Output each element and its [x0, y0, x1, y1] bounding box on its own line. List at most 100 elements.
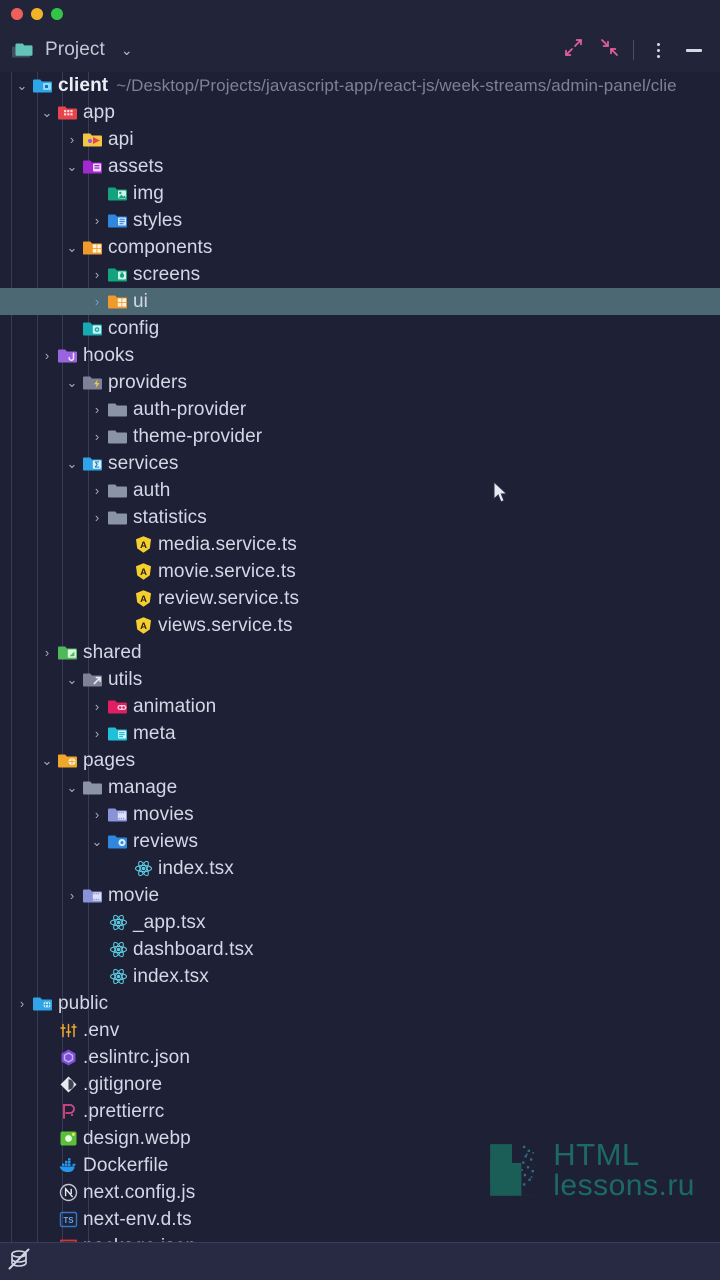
tree-row-label: img	[133, 182, 164, 204]
tree-row-label: components	[108, 236, 213, 258]
tree-row-label: media.service.ts	[158, 533, 297, 555]
svg-text:A: A	[140, 621, 147, 632]
chevron-right-icon[interactable]: ›	[87, 720, 107, 747]
tree-row[interactable]: › animation	[0, 693, 720, 720]
minimize-window-button[interactable]	[31, 8, 43, 20]
chevron-down-icon[interactable]: ⌄	[62, 369, 82, 396]
tree-row[interactable]: › styles	[0, 207, 720, 234]
chevron-down-icon[interactable]: ⌄	[62, 450, 82, 477]
hide-panel-button[interactable]	[676, 33, 712, 67]
tree-row[interactable]: ›.prettierrc	[0, 1098, 720, 1125]
tree-row[interactable]: ⌄ components	[0, 234, 720, 261]
tree-row[interactable]: › auth-provider	[0, 396, 720, 423]
chevron-right-icon[interactable]: ›	[87, 693, 107, 720]
project-toolbar: Project ⌄	[0, 28, 720, 72]
chevron-right-icon[interactable]: ›	[87, 504, 107, 531]
tree-row[interactable]: › public	[0, 990, 720, 1017]
image-file-icon	[57, 1125, 79, 1152]
tree-row[interactable]: ›Dockerfile	[0, 1152, 720, 1179]
tree-row[interactable]: ⌄ Σservices	[0, 450, 720, 477]
tree-row[interactable]: › shared	[0, 639, 720, 666]
tree-row[interactable]: › hooks	[0, 342, 720, 369]
tree-row[interactable]: ›Amedia.service.ts	[0, 531, 720, 558]
tree-row[interactable]: ›TSnext-env.d.ts	[0, 1206, 720, 1233]
services-folder-icon: Σ	[82, 450, 104, 477]
tree-row[interactable]: ⌄ providers	[0, 369, 720, 396]
folders-icon	[12, 37, 34, 64]
collapse-all-button[interactable]	[591, 33, 627, 67]
tree-row[interactable]: ⌄ pages	[0, 747, 720, 774]
chevron-down-icon[interactable]: ⌄	[62, 774, 82, 801]
tree-row[interactable]: › theme-provider	[0, 423, 720, 450]
tree-row[interactable]: ⌄ manage	[0, 774, 720, 801]
tree-row[interactable]: ›_app.tsx	[0, 909, 720, 936]
ui-folder-icon	[107, 288, 129, 315]
plain-folder-icon	[82, 774, 104, 801]
chevron-right-icon[interactable]: ›	[87, 423, 107, 450]
tree-row-label: providers	[108, 371, 188, 393]
tree-row-label: index.tsx	[158, 857, 234, 879]
tree-row[interactable]: ›.eslintrc.json	[0, 1044, 720, 1071]
chevron-right-icon[interactable]: ›	[87, 261, 107, 288]
app-folder-icon	[57, 99, 79, 126]
tree-row[interactable]: ›.env	[0, 1017, 720, 1044]
tree-row[interactable]: ⌄ utils	[0, 666, 720, 693]
project-file-tree[interactable]: ⌄ client ~/Desktop/Projects/javascript-app…	[0, 72, 720, 1258]
chevron-right-icon[interactable]: ›	[87, 477, 107, 504]
chevron-right-icon[interactable]: ›	[12, 990, 32, 1017]
tree-row[interactable]: › movie	[0, 882, 720, 909]
project-panel-selector[interactable]: Project ⌄	[12, 37, 133, 64]
chevron-down-icon[interactable]: ⌄	[12, 72, 32, 99]
tree-row[interactable]: ›.gitignore	[0, 1071, 720, 1098]
database-off-icon[interactable]	[7, 1247, 31, 1276]
tree-row[interactable]: › statistics	[0, 504, 720, 531]
expand-all-button[interactable]	[555, 33, 591, 67]
tree-row-label: index.tsx	[133, 965, 209, 987]
chevron-down-icon[interactable]: ⌄	[37, 747, 57, 774]
tree-row[interactable]: › auth	[0, 477, 720, 504]
tree-row[interactable]: ⌄ app	[0, 99, 720, 126]
maximize-window-button[interactable]	[51, 8, 63, 20]
tree-row[interactable]: ›Areview.service.ts	[0, 585, 720, 612]
tree-row[interactable]: ⌄ reviews	[0, 828, 720, 855]
tree-row[interactable]: ›config	[0, 315, 720, 342]
chevron-right-icon[interactable]: ›	[87, 801, 107, 828]
chevron-down-icon[interactable]: ⌄	[121, 42, 133, 59]
plain-folder-icon	[107, 396, 129, 423]
chevron-right-icon[interactable]: ›	[37, 639, 57, 666]
tree-row[interactable]: › meta	[0, 720, 720, 747]
tree-row[interactable]: ›index.tsx	[0, 855, 720, 882]
tree-row[interactable]: ›dashboard.tsx	[0, 936, 720, 963]
tree-row[interactable]: ›img	[0, 180, 720, 207]
tree-row-label: assets	[108, 155, 164, 177]
tree-row[interactable]: ›design.webp	[0, 1125, 720, 1152]
svg-text:TS: TS	[63, 1216, 74, 1225]
tree-row[interactable]: ›next.config.js	[0, 1179, 720, 1206]
tree-row[interactable]: ⌄ client ~/Desktop/Projects/javascript-app…	[0, 72, 720, 99]
chevron-right-icon[interactable]: ›	[87, 396, 107, 423]
chevron-right-icon[interactable]: ›	[62, 882, 82, 909]
tree-row[interactable]: › movies	[0, 801, 720, 828]
tree-row[interactable]: › screens	[0, 261, 720, 288]
chevron-down-icon[interactable]: ⌄	[62, 234, 82, 261]
tree-row[interactable]: ⌄ assets	[0, 153, 720, 180]
tree-row[interactable]: ›index.tsx	[0, 963, 720, 990]
expand-all-icon	[564, 38, 583, 62]
chevron-right-icon[interactable]: ›	[62, 126, 82, 153]
close-window-button[interactable]	[11, 8, 23, 20]
chevron-down-icon[interactable]: ⌄	[87, 828, 107, 855]
tree-row[interactable]: › api	[0, 126, 720, 153]
chevron-right-icon[interactable]: ›	[87, 207, 107, 234]
tree-row-selected[interactable]: › ui	[0, 288, 720, 315]
chevron-right-icon[interactable]: ›	[37, 342, 57, 369]
tree-row-label: auth-provider	[133, 398, 247, 420]
tree-row[interactable]: ›Amovie.service.ts	[0, 558, 720, 585]
tree-row-label: config	[108, 317, 160, 339]
tree-row[interactable]: ›Aviews.service.ts	[0, 612, 720, 639]
chevron-right-icon[interactable]: ›	[87, 288, 107, 315]
more-options-button[interactable]	[640, 33, 676, 67]
chevron-down-icon[interactable]: ⌄	[37, 99, 57, 126]
chevron-down-icon[interactable]: ⌄	[62, 666, 82, 693]
tree-row-label: public	[58, 992, 109, 1014]
chevron-down-icon[interactable]: ⌄	[62, 153, 82, 180]
